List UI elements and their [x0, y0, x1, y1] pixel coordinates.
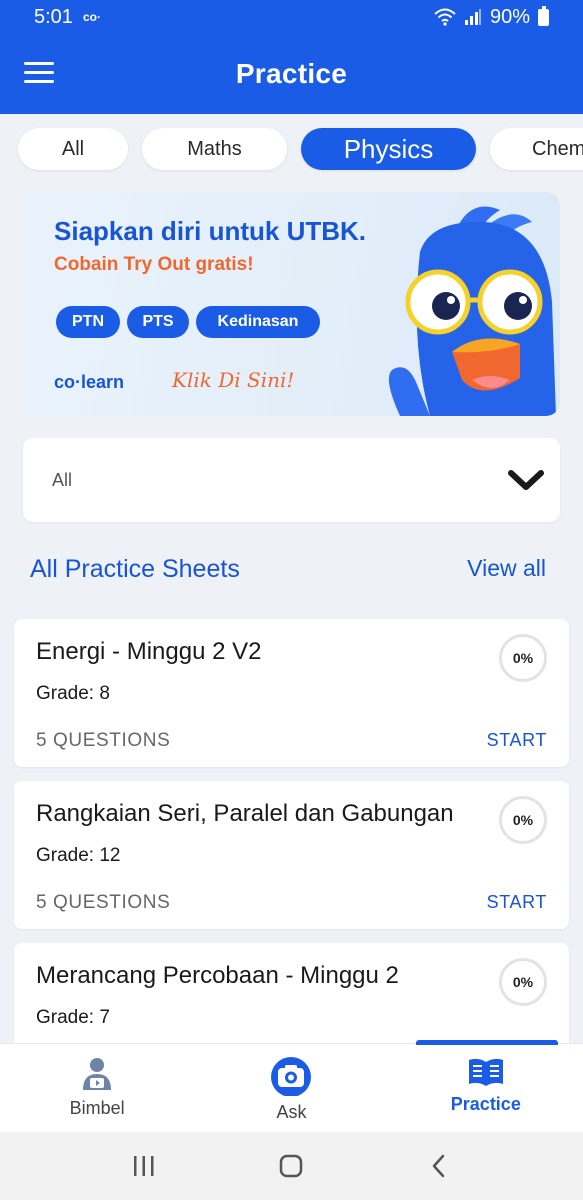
chip-maths[interactable]: Maths	[142, 128, 287, 170]
start-button[interactable]: START	[487, 730, 547, 751]
card-grade: Grade: 12	[36, 845, 121, 866]
nav-label: Ask	[276, 1102, 307, 1122]
card-question-count: 5 QUESTIONS	[36, 892, 171, 913]
view-all-link[interactable]: View all	[467, 555, 546, 582]
chip-all[interactable]: All	[18, 128, 128, 170]
status-time: 5:01	[34, 5, 73, 28]
app-bar: Practice	[0, 34, 583, 114]
active-tab-indicator	[415, 1040, 558, 1045]
card-title: Rangkaian Seri, Paralel dan Gabungan	[36, 800, 454, 827]
nav-label: Practice	[450, 1094, 521, 1114]
chip-chem[interactable]: Chem	[490, 128, 583, 170]
recent-apps-icon	[133, 1156, 154, 1176]
status-right: 90%	[434, 5, 549, 29]
system-nav-bar	[0, 1132, 583, 1200]
bottom-nav: Bimbel Ask Practice	[0, 1040, 583, 1132]
tutor-icon	[83, 1058, 112, 1090]
signal-icon	[464, 9, 481, 25]
practice-sheet-card[interactable]: Energi - Minggu 2 V2 Grade: 8 5 QUESTION…	[14, 619, 569, 767]
banner-cta: Klik Di Sini!	[172, 368, 295, 392]
banner-pill-kedinasan: Kedinasan	[196, 306, 320, 338]
promo-banner[interactable]: Siapkan diri untuk UTBK. Cobain Try Out …	[24, 192, 560, 416]
back-icon	[432, 1154, 445, 1178]
card-title: Energi - Minggu 2 V2	[36, 638, 262, 665]
progress-ring: 0%	[499, 634, 547, 682]
card-title: Merancang Percobaan - Minggu 2	[36, 962, 399, 989]
nav-item-practice[interactable]: Practice	[389, 1040, 583, 1132]
dropdown-value: All	[52, 469, 73, 490]
status-left: 5:01 co·	[34, 6, 101, 29]
banner-title: Siapkan diri untuk UTBK.	[54, 216, 367, 246]
card-question-count: 5 QUESTIONS	[36, 730, 171, 751]
card-grade: Grade: 8	[36, 683, 110, 704]
book-icon	[468, 1058, 503, 1086]
wifi-icon	[434, 8, 456, 26]
page-title: Practice	[235, 58, 348, 89]
banner-pill-pts: PTS	[127, 306, 189, 338]
battery-icon	[538, 5, 549, 26]
card-grade: Grade: 7	[36, 1007, 110, 1028]
hamburger-icon-line	[24, 80, 54, 83]
home-button[interactable]	[261, 1146, 321, 1186]
progress-ring: 0%	[499, 796, 547, 844]
practice-sheet-card[interactable]: Rangkaian Seri, Paralel dan Gabungan Gra…	[14, 781, 569, 929]
colearn-logo: co·learn	[54, 372, 125, 392]
grade-filter-dropdown[interactable]: All	[23, 438, 560, 522]
banner-pill-ptn: PTN	[56, 306, 120, 338]
nav-item-bimbel[interactable]: Bimbel	[0, 1044, 194, 1132]
battery-percent: 90%	[489, 5, 530, 28]
menu-button[interactable]	[24, 62, 54, 86]
banner-subtitle: Cobain Try Out gratis!	[54, 254, 254, 275]
subject-chips: All Maths Physics Chem	[18, 128, 583, 170]
nav-item-ask[interactable]: Ask	[194, 1044, 388, 1132]
back-button[interactable]	[409, 1146, 469, 1186]
recent-apps-button[interactable]	[114, 1146, 174, 1186]
start-button[interactable]: START	[487, 892, 547, 913]
home-icon	[280, 1154, 303, 1178]
hamburger-icon-line	[24, 62, 54, 65]
status-bar: 5:01 co· 90%	[0, 0, 583, 34]
chip-physics[interactable]: Physics	[301, 128, 476, 170]
chevron-down-icon	[508, 470, 544, 490]
bird-mascot-icon	[388, 206, 556, 416]
notification-app-icon: co·	[82, 10, 101, 24]
nav-label: Bimbel	[69, 1098, 125, 1118]
section-title: All Practice Sheets	[30, 555, 240, 583]
progress-ring: 0%	[499, 958, 547, 1006]
camera-icon	[271, 1057, 312, 1096]
hamburger-icon-line	[24, 71, 54, 74]
